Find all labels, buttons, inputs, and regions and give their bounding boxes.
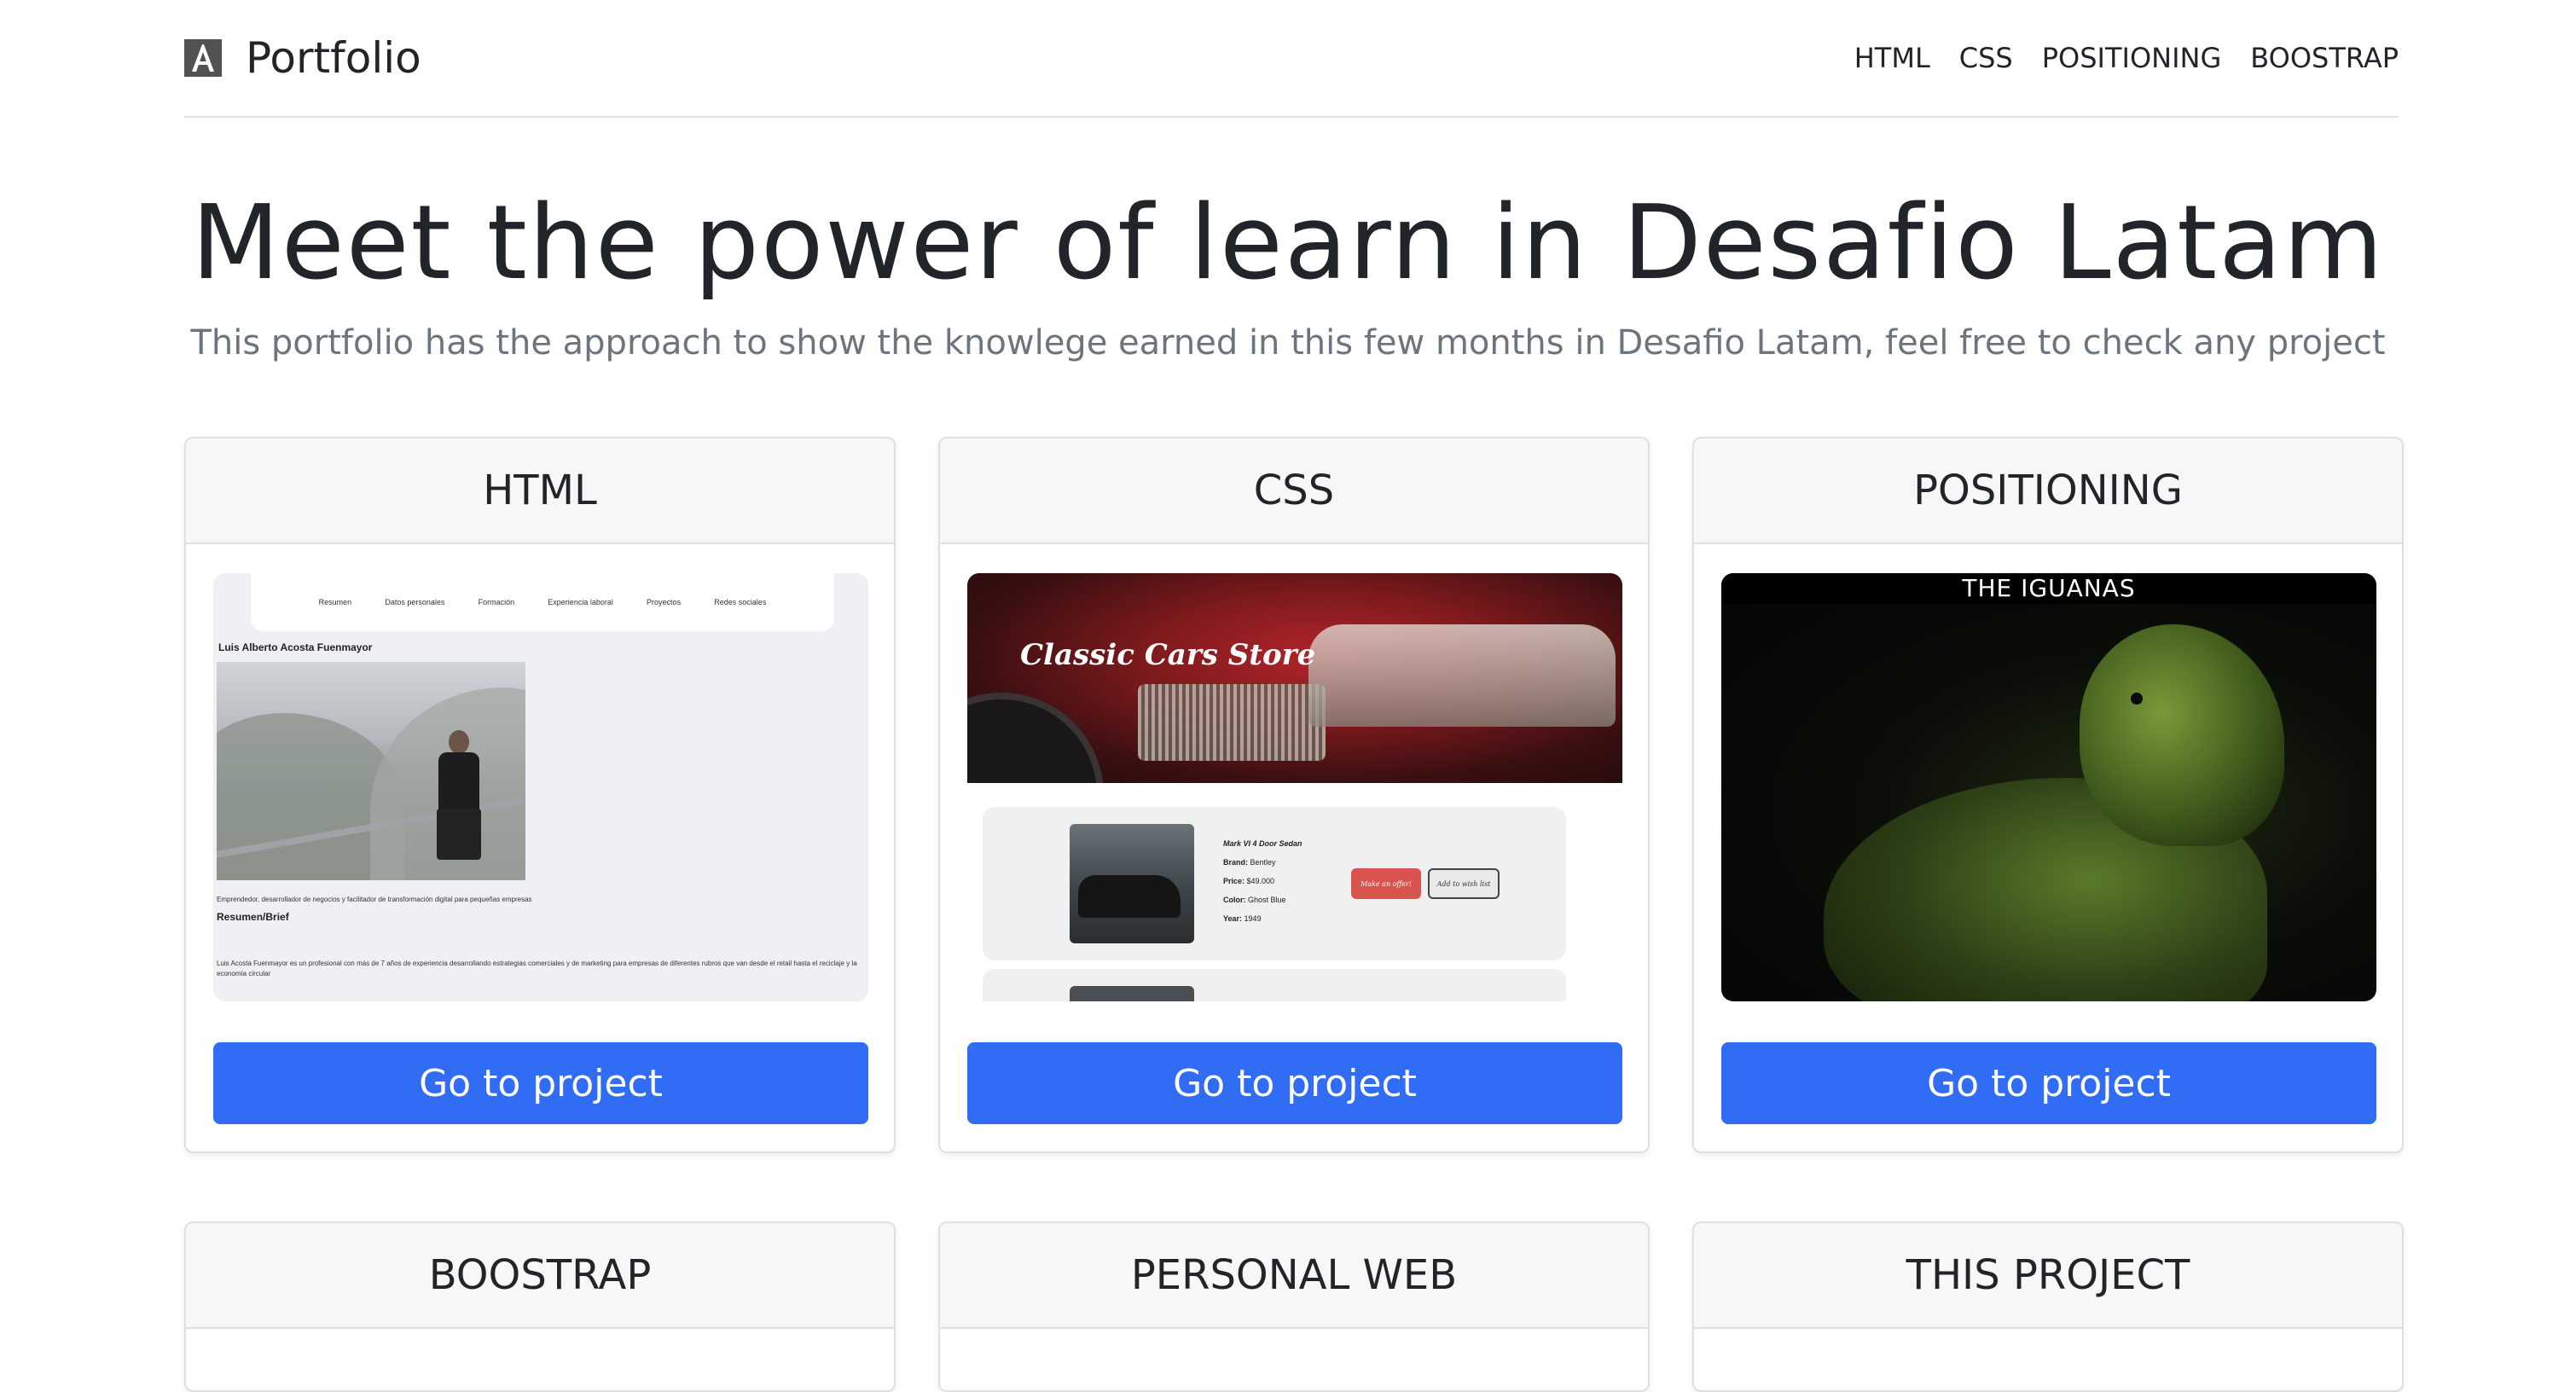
car-brand-label: Brand:: [1223, 858, 1248, 867]
car-color-label: Color:: [1223, 896, 1246, 904]
brand-name: Portfolio: [246, 33, 421, 83]
logo-icon: [184, 39, 222, 77]
nav-link-boostrap[interactable]: BOOSTRAP: [2250, 35, 2399, 81]
wish-list-button: Add to wish list: [1428, 868, 1500, 899]
hero-section: Meet the power of learn in Desafio Latam…: [0, 177, 2576, 368]
preview-nav-item: Resumen: [318, 598, 352, 606]
preview-nav-item: Redes sociales: [714, 598, 767, 606]
make-offer-button: Make an offer!: [1351, 868, 1421, 899]
page-title: Meet the power of learn in Desafio Latam: [191, 184, 2385, 303]
car-price: $49.000: [1246, 877, 1275, 885]
card-title: PERSONAL WEB: [940, 1223, 1648, 1329]
preview-heading: Resumen/Brief: [217, 911, 289, 923]
top-navbar: Portfolio HTML CSS POSITIONING BOOSTRAP: [184, 0, 2399, 118]
card-title: HTML: [186, 438, 894, 544]
preview-tagline: Emprendedor, desarrollador de negocios y…: [217, 896, 532, 903]
preview-paragraph: Luis Acosta Fuenmayor es un profesional …: [217, 960, 857, 977]
car-name: Mark VI 4 Door Sedan: [1223, 839, 1303, 848]
project-card-positioning: POSITIONING THE IGUANAS Go to project: [1692, 437, 2404, 1153]
iguana-image: [1824, 624, 2353, 1001]
car-details: Mark VI 4 Door Sedan Brand: Bentley Pric…: [1223, 834, 1303, 928]
go-to-project-button[interactable]: Go to project: [1721, 1042, 2376, 1124]
store-title: Classic Cars Store: [1020, 638, 1316, 672]
page-subtitle: This portfolio has the approach to show …: [190, 323, 2386, 362]
go-to-project-button[interactable]: Go to project: [213, 1042, 868, 1124]
project-preview-image[interactable]: Resumen Datos personales Formación Exper…: [213, 573, 868, 1001]
profile-photo: [217, 662, 525, 880]
preview-title: THE IGUANAS: [1721, 573, 2376, 604]
car-brand: Bentley: [1250, 858, 1276, 867]
car-listing-row: Mark VI 4 Door Sedan Brand: Bentley Pric…: [983, 807, 1566, 960]
project-card-boostrap: BOOSTRAP: [184, 1221, 896, 1392]
brand[interactable]: Portfolio: [184, 33, 421, 83]
nav-link-html[interactable]: HTML: [1854, 35, 1930, 81]
project-card-css: CSS Classic Cars Store Mark VI 4 Door Se…: [938, 437, 1650, 1153]
car-year-label: Year:: [1223, 914, 1243, 923]
project-card-this-project: THIS PROJECT: [1692, 1221, 2404, 1392]
project-card-personal-web: PERSONAL WEB: [938, 1221, 1650, 1392]
car-color: Ghost Blue: [1248, 896, 1286, 904]
car-price-label: Price:: [1223, 877, 1245, 885]
card-title: THIS PROJECT: [1694, 1223, 2402, 1329]
car-year: 1949: [1244, 914, 1262, 923]
preview-navbar: Resumen Datos personales Formación Exper…: [251, 573, 834, 631]
preview-nav-item: Proyectos: [647, 598, 682, 606]
nav-link-css[interactable]: CSS: [1959, 35, 2013, 81]
car-listing-row: [983, 969, 1566, 1001]
preview-nav-item: Formación: [478, 598, 515, 606]
preview-person-name: Luis Alberto Acosta Fuenmayor: [218, 641, 373, 653]
car-store-banner: Classic Cars Store: [967, 573, 1622, 783]
project-preview-image[interactable]: THE IGUANAS: [1721, 573, 2376, 1001]
card-title: CSS: [940, 438, 1648, 544]
card-title: BOOSTRAP: [186, 1223, 894, 1329]
car-thumbnail: [1070, 824, 1194, 943]
car-thumbnail: [1070, 986, 1194, 1001]
nav-link-positioning[interactable]: POSITIONING: [2042, 35, 2222, 81]
preview-nav-item: Datos personales: [385, 598, 445, 606]
card-title: POSITIONING: [1694, 438, 2402, 544]
preview-nav-item: Experiencia laboral: [548, 598, 613, 606]
main-nav: HTML CSS POSITIONING BOOSTRAP: [1854, 35, 2399, 81]
project-preview-image[interactable]: Classic Cars Store Mark VI 4 Door Sedan …: [967, 573, 1622, 1001]
go-to-project-button[interactable]: Go to project: [967, 1042, 1622, 1124]
project-card-html: HTML Resumen Datos personales Formación …: [184, 437, 896, 1153]
